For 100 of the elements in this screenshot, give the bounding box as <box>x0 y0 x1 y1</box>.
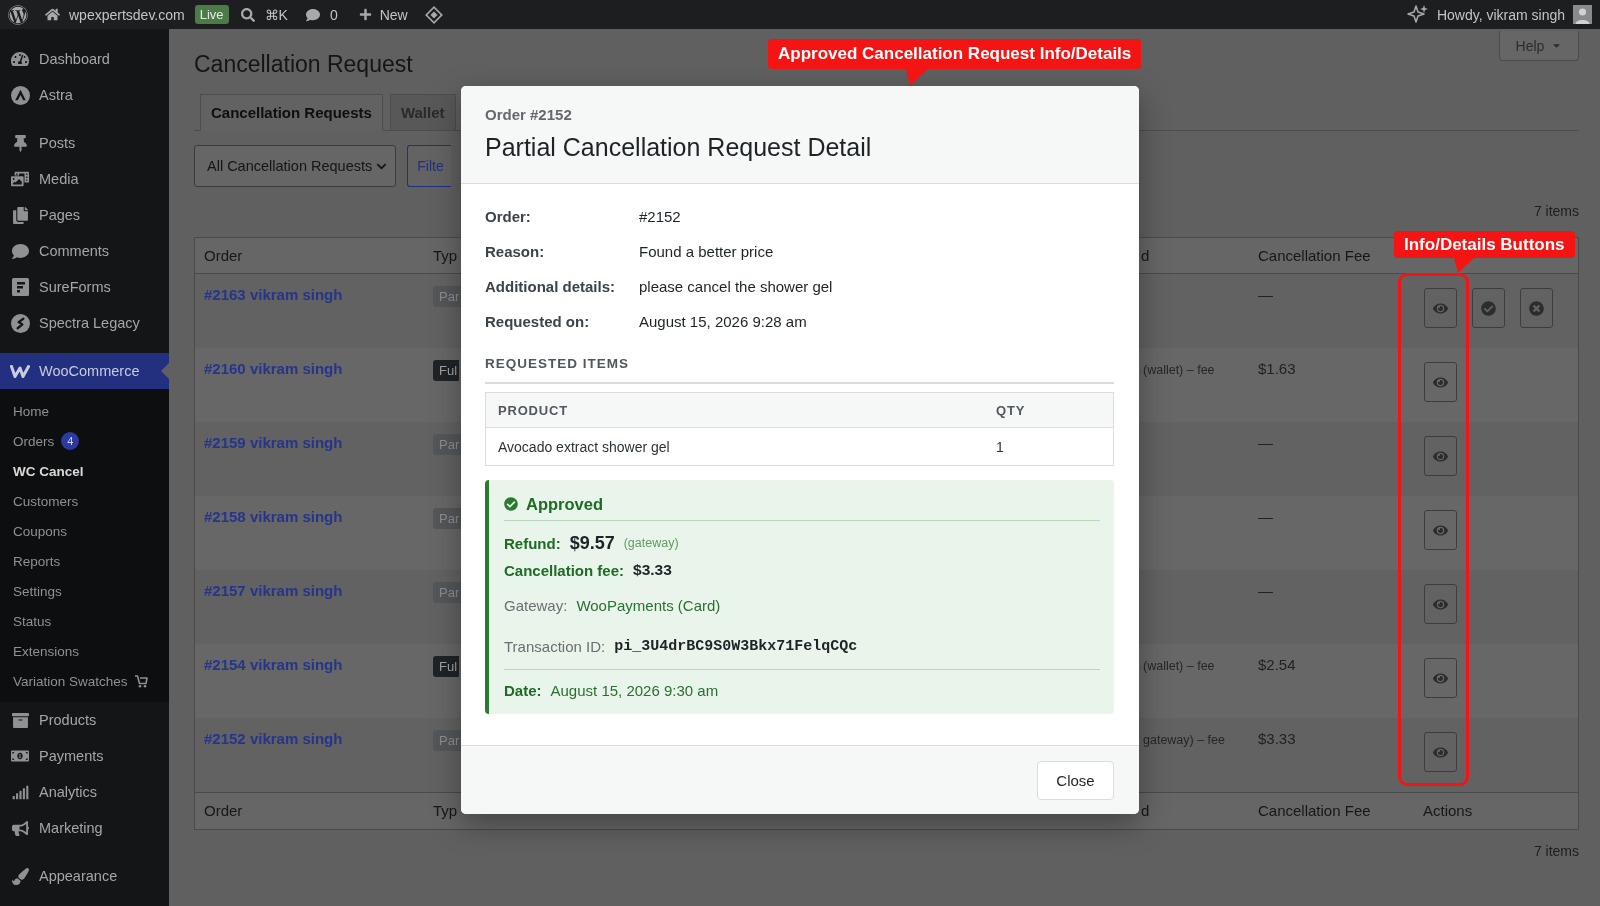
pages-icon <box>11 206 29 224</box>
column-header: d <box>1141 802 1150 819</box>
comment-icon[interactable] <box>305 7 320 22</box>
field-label: Additional details: <box>485 278 615 295</box>
column-header: QTY <box>996 402 1026 418</box>
shortcut-label[interactable]: ⌘K <box>264 5 288 24</box>
field-label: Reason: <box>485 243 545 260</box>
wordpress-logo-icon[interactable] <box>8 4 28 25</box>
view-button[interactable] <box>1424 362 1457 402</box>
field-value: #2152 <box>639 208 681 225</box>
sidebar-item[interactable]: Analytics <box>0 774 169 810</box>
search-icon[interactable] <box>240 7 255 22</box>
date-value: August 15, 2026 9:30 am <box>550 681 719 699</box>
view-button[interactable] <box>1424 584 1457 624</box>
approve-button[interactable] <box>1472 288 1505 328</box>
plus-icon[interactable] <box>358 8 372 21</box>
table-cell: 1 <box>996 438 1004 455</box>
dialog-title: Partial Cancellation Request Detail <box>485 132 873 163</box>
field-label: Requested on: <box>485 313 590 330</box>
refund-label: Refund: <box>504 534 561 552</box>
transaction-id: pi_3U4drBC9S0W3Bkx71FelqCQc <box>614 637 858 655</box>
submenu-item[interactable]: Customers <box>0 486 169 516</box>
refund-amount: $9.57 <box>569 532 615 554</box>
type-badge: Ful <box>433 656 460 677</box>
view-button[interactable] <box>1424 288 1457 328</box>
sidebar-item[interactable]: SureForms <box>0 269 169 305</box>
diamond-icon[interactable] <box>424 5 443 24</box>
table-cell: Avocado extract shower gel <box>498 438 670 455</box>
site-name-link[interactable]: wpexpertsdev.com <box>69 5 185 24</box>
small-cart-icon <box>133 674 148 688</box>
home-icon[interactable] <box>45 7 60 22</box>
submenu-item[interactable]: Settings <box>0 576 169 606</box>
view-button[interactable] <box>1424 510 1457 550</box>
gateway-label: Gateway: <box>504 596 568 614</box>
greeting-link[interactable]: Howdy, vikram singh <box>1436 5 1565 24</box>
submenu-item[interactable]: Variation Swatches <box>0 666 169 696</box>
status-title: Approved <box>526 493 603 515</box>
reject-button[interactable] <box>1520 288 1553 328</box>
sidebar-item[interactable]: WooCommerce <box>0 353 169 389</box>
fee-cell: $3.33 <box>1258 729 1296 749</box>
new-link[interactable]: New <box>379 5 408 24</box>
dialog-subtitle: Order #2152 <box>485 105 573 125</box>
view-button[interactable] <box>1424 436 1457 476</box>
close-button[interactable]: Close <box>1037 760 1114 800</box>
fee-cell: $1.63 <box>1258 359 1296 379</box>
sidebar-item[interactable]: Posts <box>0 125 169 161</box>
fee-cell: — <box>1258 433 1273 453</box>
fee-cell: — <box>1258 285 1273 305</box>
sidebar-item[interactable]: Appearance <box>0 858 169 894</box>
count-badge: 4 <box>61 432 80 450</box>
w-logo-icon <box>10 364 30 378</box>
gateway-value: WooPayments (Card) <box>576 596 721 614</box>
column-header: d <box>1141 246 1150 264</box>
table-cell: gateway) – fee <box>1143 732 1225 748</box>
table-cell: (wallet) – fee <box>1143 658 1215 674</box>
sidebar-item[interactable]: Comments <box>0 233 169 269</box>
submenu-item[interactable]: WC Cancel <box>0 456 169 486</box>
column-header: Actions <box>1423 802 1473 819</box>
type-badge: Ful <box>433 360 460 381</box>
archive-box-icon <box>11 711 29 729</box>
sidebar-item[interactable]: Astra <box>0 77 169 113</box>
submenu-item[interactable]: Home <box>0 396 169 426</box>
field-value: August 15, 2026 9:28 am <box>639 313 807 330</box>
submenu-item[interactable]: Extensions <box>0 636 169 666</box>
fee-cell: — <box>1258 507 1273 527</box>
submenu-item[interactable]: Orders 4 <box>0 426 169 456</box>
submenu-item[interactable]: Reports <box>0 546 169 576</box>
field-value: Found a better price <box>639 243 774 260</box>
form-icon <box>11 278 29 296</box>
sidebar-item[interactable]: Marketing <box>0 810 169 846</box>
sparkle-icon[interactable] <box>1406 3 1429 26</box>
live-badge: Live <box>194 5 229 24</box>
submenu-item[interactable]: Status <box>0 606 169 636</box>
sidebar-item[interactable]: Spectra Legacy <box>0 305 169 341</box>
item-count: 7 items <box>1533 843 1579 859</box>
section-heading: REQUESTED ITEMS <box>485 354 1114 384</box>
sidebar-item[interactable]: Products <box>0 702 169 738</box>
submenu-item[interactable]: Coupons <box>0 516 169 546</box>
avatar-silhouette-icon[interactable] <box>1573 5 1592 24</box>
fee-cell: — <box>1258 581 1273 601</box>
view-button[interactable] <box>1424 658 1457 698</box>
triangle-logo-icon <box>10 85 30 105</box>
sidebar-item[interactable]: Payments <box>0 738 169 774</box>
comment-count[interactable]: 0 <box>329 5 338 24</box>
column-header: Typ <box>433 802 458 819</box>
sidebar-item[interactable]: Dashboard <box>0 41 169 77</box>
column-header: Order <box>204 802 243 819</box>
sidebar-item[interactable]: Media <box>0 161 169 197</box>
pushpin-icon <box>11 134 29 152</box>
refund-method: (gateway) <box>623 536 679 550</box>
column-header: Cancellation Fee <box>1258 246 1371 264</box>
field-label: Order: <box>485 208 531 225</box>
megaphone-icon <box>11 819 29 837</box>
s-logo-icon <box>10 313 30 333</box>
column-header: Cancellation Fee <box>1258 802 1371 819</box>
gauge-icon <box>11 50 29 68</box>
view-button[interactable] <box>1424 732 1457 772</box>
current-pointer-icon <box>161 363 169 379</box>
fee-cell: $2.54 <box>1258 655 1296 675</box>
sidebar-item[interactable]: Pages <box>0 197 169 233</box>
